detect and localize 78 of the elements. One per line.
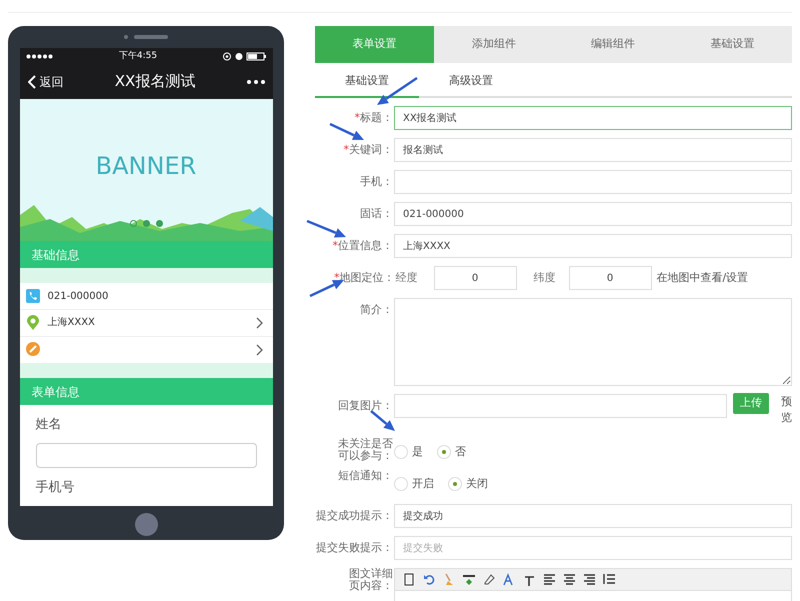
annotation-arrow [329,122,364,140]
radio-option[interactable]: 是 [394,444,423,460]
field-label: *地图定位： [334,270,396,286]
status-icons [222,52,266,61]
field-label: 未关注是否可以参与： [337,438,394,462]
field-label: *位置信息： [332,238,394,254]
map-link[interactable]: 在地图中查看/设置 [656,270,748,286]
annotation-arrow [306,220,346,238]
section-header: 表单信息 [20,378,272,406]
undo-icon[interactable] [423,573,436,586]
tab[interactable]: 添加组件 [434,26,554,63]
annotation-arrow [370,410,395,431]
radio-option[interactable]: 关闭 [448,476,488,492]
phone-icon [26,288,40,304]
subtab[interactable]: 基础设置 [315,67,419,98]
signal-icon [26,54,54,59]
carousel-dot[interactable] [156,220,162,228]
nav-title: XX报名测试 [114,71,196,92]
tab[interactable]: 编辑组件 [554,26,673,63]
back-link[interactable]: 返回 [40,72,64,91]
field-label: 图文详细页内容： [348,568,394,592]
camera-icon [124,35,128,39]
longitude-field[interactable]: 0 [434,266,516,290]
field-label: 手机： [359,174,394,190]
highlight-icon[interactable] [463,573,476,586]
status-time: 下午4:55 [118,50,158,63]
field-label: 固话： [359,206,394,222]
back-chevron-icon[interactable] [28,74,36,89]
field-label: 提交失败提示： [315,540,394,556]
input-field[interactable] [36,442,256,468]
text-input-field[interactable]: XX报名测试 [394,106,792,130]
field-label: 姓名 [34,416,62,434]
subtab[interactable]: 高级设置 [419,67,523,98]
text-input-field[interactable]: 上海XXXX [394,234,792,258]
align-right-icon[interactable] [583,573,596,586]
latitude-field[interactable]: 0 [568,266,652,290]
font-size-icon[interactable] [523,573,536,586]
text-input-field[interactable]: 提交成功 [394,504,792,528]
location-pin-icon [26,315,40,330]
chevron-icon [256,344,262,356]
field-label: *关键词： [342,142,394,158]
radio-option[interactable]: 否 [437,444,466,460]
more-icon[interactable] [246,80,264,84]
field-label: 提交成功提示： [315,508,394,524]
text-input-field[interactable]: 提交失败 [394,536,792,560]
text-input-field[interactable]: 021-000000 [394,202,792,226]
field-label: *标题： [354,110,394,126]
chevron-icon [256,316,262,329]
rich-text-editor[interactable] [394,568,792,601]
align-center-icon[interactable] [563,573,576,586]
coordinate-label: 经度 [396,270,418,286]
list-icon[interactable] [603,573,616,586]
align-left-icon[interactable] [543,573,556,586]
tab[interactable]: 基础设置 [672,26,792,63]
pencil-icon [26,342,40,358]
info-row[interactable]: 上海XXXX [20,310,272,337]
info-text: 021-000000 [48,290,110,304]
banner-text: BANNER [96,151,196,182]
preview-link[interactable]: 预览 [781,394,792,426]
field-label: 回复图片： [337,398,394,414]
field-label: 简介： [359,302,394,318]
info-text: 上海XXXX [48,316,96,330]
info-row[interactable]: 021-000000 [20,283,272,310]
carousel-dot[interactable] [130,220,136,228]
annotation-arrow [377,76,418,105]
speaker-icon [134,35,168,39]
field-label: 手机号 [34,479,76,498]
text-input-field[interactable] [394,170,792,194]
document-icon[interactable] [403,573,416,586]
eraser-icon[interactable] [483,573,496,586]
home-button[interactable] [134,513,158,536]
section-header: 基础信息 [20,241,272,268]
field-label: 短信通知： [337,470,394,482]
radio-option[interactable]: 开启 [394,476,434,492]
text-input-field[interactable]: 报名测试 [394,138,792,162]
coordinate-label: 纬度 [532,270,556,286]
textarea-field[interactable] [394,298,792,386]
image-path-field[interactable] [394,394,727,418]
